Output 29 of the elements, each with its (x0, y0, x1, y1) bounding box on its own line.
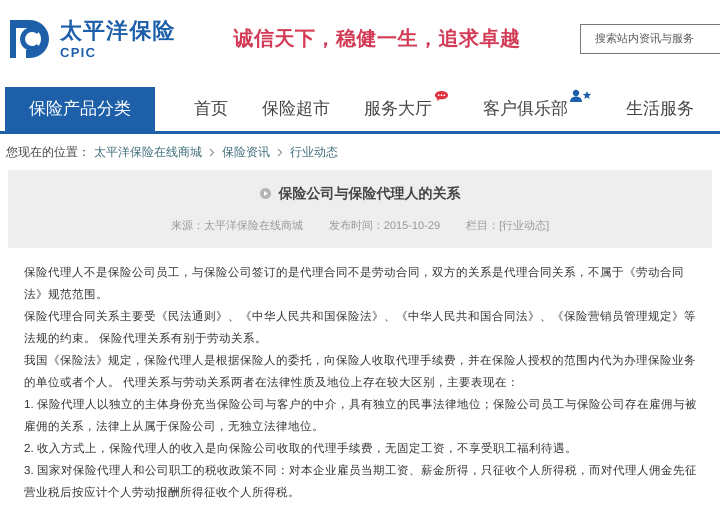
brand-subtitle: CPIC (60, 46, 98, 58)
play-icon (260, 188, 270, 200)
paragraph: 我国《保险法》规定，保险代理人是根据保险人的委托，向保险人收取代理手续费，并在保险人授权的范围内代为办理保险业务的单位或者个人。 代理关系与劳动关系两者在法律性质及地位上存在较大区别，主要表现在： (24, 353, 697, 391)
breadcrumb-link[interactable]: 行业动态 (290, 143, 338, 161)
breadcrumb-link[interactable]: 保险资讯 (222, 143, 270, 161)
paragraph: 保险代理合同关系主要受《民法通则》、《中华人民共和国保险法》、《中华人民共和国合同法》、《保险营销员管理规定》等法规的约束。 保险代理关系有别于劳动关系。 (24, 309, 697, 347)
paragraph: 保险代理人不是保险公司员工，与保险公司签订的是代理合同不是劳动合同，双方的关系是代理合同关系，不属于《劳动合同法》规范范围。 (24, 265, 685, 303)
nav-tab[interactable]: 保险产品分类 (5, 87, 155, 131)
chat-bubble-icon (434, 90, 449, 102)
paragraph: 3. 国家对保险代理人和公司职工的税收政策不同：对本企业雇员当期工资、薪金所得，只征收个人所得税，而对代理人佣金先征营业税后按应计个人劳动报酬所得征收个人所得税。 (24, 463, 698, 501)
breadcrumb-label: 您现在的位置： (6, 144, 90, 161)
article-meta: 来源：太平洋保险在线商城 (170, 218, 303, 234)
member-star-icon (570, 89, 592, 103)
article-meta: 发布时间：2015-10-29 (328, 219, 440, 234)
article-meta: 栏目：[行业动态] (466, 218, 550, 234)
paragraph: 1. 保险代理人以独立的主体身份充当保险公司与客户的中介，具有独立的民事法律地位；保险公司员工与保险公司存在雇佣与被雇佣的关系，法律上从属于保险公司，无独立法律地位。 (24, 397, 698, 435)
nav-tab[interactable]: 首页 (194, 96, 228, 122)
chevron-icon (277, 148, 283, 156)
nav-tab[interactable]: 客户俱乐部 (483, 96, 568, 122)
brand-name: 太平洋保险 (60, 20, 176, 42)
nav-tab[interactable]: 生活服务 (626, 96, 694, 122)
article-title: 保险公司与保险代理人的关系 (278, 184, 460, 204)
slogan: 诚信天下，稳健一生，追求卓越 (234, 27, 520, 52)
nav-tab[interactable]: 服务大厅 (364, 96, 432, 122)
breadcrumb-link[interactable]: 太平洋保险在线商城 (94, 143, 202, 161)
search-field[interactable]: 搜索站内资讯与服务 (580, 24, 720, 54)
chevron-icon (209, 148, 215, 156)
paragraph: 2. 收入方式上，保险代理人的收入是向保险公司收取的代理手续费，无固定工资，不享受职工福利待遇。 (24, 441, 578, 457)
nav-tab[interactable]: 保险超市 (262, 96, 330, 122)
